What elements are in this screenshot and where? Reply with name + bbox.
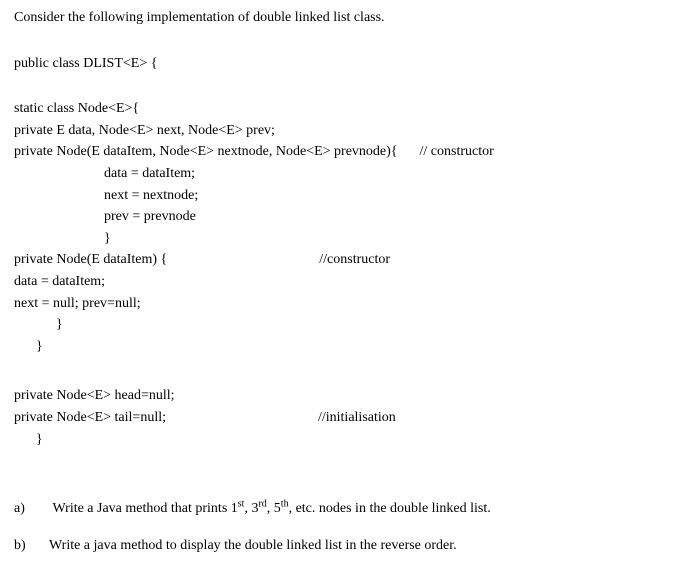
- question-b: b) Write a java method to display the do…: [14, 536, 663, 556]
- node-fields: private E data, Node<E> next, Node<E> pr…: [14, 121, 663, 141]
- tail-comment: //initialisation: [318, 408, 396, 428]
- class-declaration: public class DLIST<E> {: [14, 54, 663, 74]
- ctor2-line1: data = dataItem;: [14, 272, 663, 292]
- ctor1-signature: private Node(E dataItem, Node<E> nextnod…: [14, 144, 398, 159]
- tail-decl-row: private Node<E> tail=null; //initialisati…: [14, 408, 663, 428]
- question-b-text: Write a java method to display the doubl…: [49, 538, 457, 553]
- ctor2-signature: private Node(E dataItem) {: [14, 252, 167, 267]
- ctor2-line2: next = null; prev=null;: [14, 294, 663, 314]
- ctor1-line3: prev = prevnode: [14, 207, 663, 227]
- question-a-label: a): [14, 499, 42, 519]
- node-ctor1-sig: private Node(E dataItem, Node<E> nextnod…: [14, 142, 663, 162]
- class-close: }: [14, 430, 663, 450]
- ctor1-comment: // constructor: [420, 142, 494, 162]
- node-class-decl: static class Node<E>{: [14, 99, 663, 119]
- question-a: a) Write a Java method that prints 1st, …: [14, 497, 663, 518]
- head-decl: private Node<E> head=null;: [14, 386, 663, 406]
- question-a-text: Write a Java method that prints 1st, 3rd…: [53, 501, 491, 516]
- ctor1-line1: data = dataItem;: [14, 164, 663, 184]
- ctor1-close: }: [14, 229, 663, 249]
- ctor2-comment: //constructor: [319, 250, 390, 270]
- node-close: }: [14, 337, 663, 357]
- tail-decl: private Node<E> tail=null;: [14, 410, 166, 425]
- intro-text: Consider the following implementation of…: [14, 8, 663, 28]
- question-b-label: b): [14, 536, 42, 556]
- ctor2-close: }: [14, 315, 663, 335]
- ctor1-line2: next = nextnode;: [14, 186, 663, 206]
- node-ctor2-sig-row: private Node(E dataItem) { //constructor: [14, 250, 663, 270]
